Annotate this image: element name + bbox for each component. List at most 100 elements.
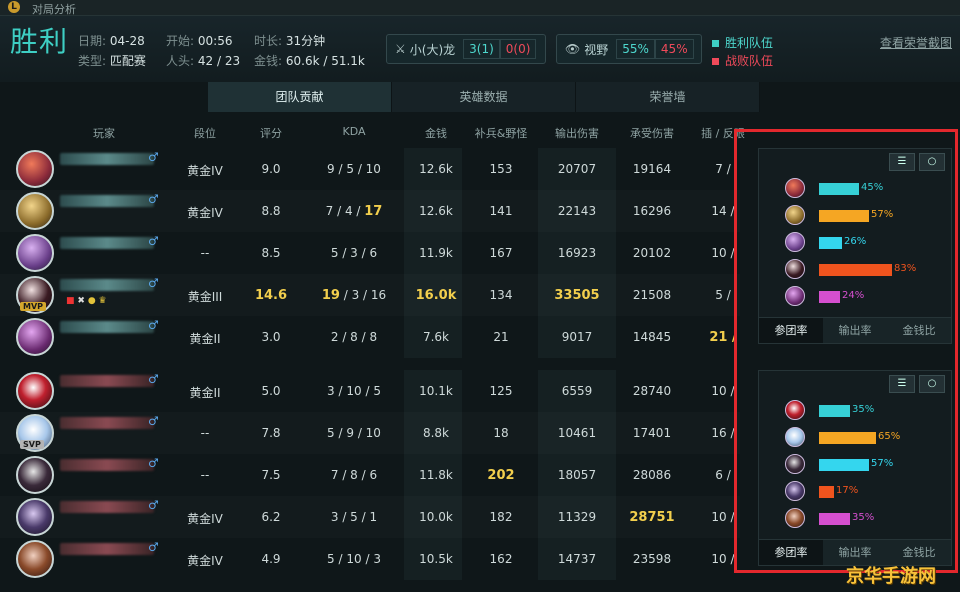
crossed-swords-icon: ⚔ xyxy=(395,42,406,56)
dragon-win-value: 3(1) xyxy=(463,39,500,59)
table-row[interactable]: ♂ 黄金II 3.0 2 / 8 / 8 7.6k 21 9017 14845 21 / xyxy=(0,316,740,358)
table-row[interactable]: ♂ 黄金IV 6.2 3 / 5 / 1 10.0k 182 11329 28751 10 / xyxy=(0,496,740,538)
type-info: 类型: 匹配赛 xyxy=(78,52,146,69)
table-row[interactable]: ♂ -- 8.5 5 / 3 / 6 11.9k 167 16923 20102 10 / xyxy=(0,232,740,274)
male-icon: ♂ xyxy=(148,498,159,512)
champion-avatar[interactable] xyxy=(16,372,54,410)
male-icon: ♂ xyxy=(148,540,159,554)
table-row[interactable]: ♂ 黄金IV 9.0 9 / 5 / 10 12.6k 153 20707 19164 7 / xyxy=(0,148,740,190)
date-value: 04-28 xyxy=(109,34,145,48)
dragon-label: 小(大)龙 xyxy=(409,42,456,57)
cell-taken: 16296 xyxy=(632,204,672,218)
kda-assists: 3 xyxy=(373,552,381,566)
vision-lose-value: 45% xyxy=(654,39,694,59)
dragon-lose-value: 0(0) xyxy=(499,39,537,59)
cell-cs: 134 xyxy=(489,288,513,302)
legend-lose-label: 战败队伍 xyxy=(725,54,774,68)
kda-deaths: 4 xyxy=(344,204,353,218)
watermark: 京华手游网 xyxy=(846,566,936,587)
cell-dmg: 9017 xyxy=(561,330,593,344)
cell-dmg: 14737 xyxy=(557,552,597,566)
kda-assists: 10 xyxy=(365,162,381,176)
kda-deaths: 10 xyxy=(346,384,362,398)
kills-label: 人头: xyxy=(166,54,195,68)
player-name-blurred xyxy=(60,543,154,555)
champion-avatar[interactable] xyxy=(16,150,54,188)
kda-deaths: 9 xyxy=(346,426,354,440)
cell-cs: 125 xyxy=(489,384,513,398)
champion-avatar[interactable] xyxy=(16,456,54,494)
table-row[interactable]: ♂ 黄金IV 4.9 5 / 10 / 3 10.5k 162 14737 23598 10 / xyxy=(0,538,740,580)
cell-score: 3.0 xyxy=(261,330,281,344)
cell-kda: 9 / 5 / 10 xyxy=(327,162,381,176)
kda-assists: 8 xyxy=(369,330,378,344)
tab-team-contribution[interactable]: 团队贡献 xyxy=(208,82,392,112)
gold-info: 金钱: 60.6k / 51.1k xyxy=(254,52,365,69)
date-label: 日期: xyxy=(78,34,107,48)
cell-cs: 182 xyxy=(489,510,513,524)
start-value: 00:56 xyxy=(197,34,233,48)
kda-assists: 5 xyxy=(373,384,381,398)
vision-win-value: 55% xyxy=(616,39,655,59)
cell-cs: 167 xyxy=(489,246,513,260)
col-rank: 段位 xyxy=(194,127,216,140)
achievement-icons: ■ ✖ ● ♛ xyxy=(66,296,107,306)
kills-info: 人头: 42 / 23 xyxy=(166,52,240,69)
table-row[interactable]: ♂ MVP ■ ✖ ● ♛ 黄金III 14.6 19 / 3 / 16 16.0k 134 3… xyxy=(0,274,740,316)
player-name-blurred xyxy=(60,501,154,513)
cell-score: 7.5 xyxy=(261,468,281,482)
legend-win: 胜利队伍 xyxy=(712,34,773,51)
table-row[interactable]: ♂ 黄金II 5.0 3 / 10 / 5 10.1k 125 6559 28740 10 / xyxy=(0,370,740,412)
kda-kills: 3 xyxy=(330,510,339,524)
cell-rank: -- xyxy=(200,468,210,482)
cell-rank: 黄金IV xyxy=(187,164,223,178)
match-result: 胜利 xyxy=(10,25,69,58)
eye-icon: 👁 xyxy=(565,42,581,56)
tab-hero-data[interactable]: 英雄数据 xyxy=(392,82,576,112)
window-title: 对局分析 xyxy=(32,3,76,16)
cell-dmg: 6559 xyxy=(561,384,593,398)
gold-label: 金钱: xyxy=(254,54,283,68)
cell-score: 6.2 xyxy=(261,510,281,524)
cell-cs: 21 xyxy=(493,330,509,344)
kda-deaths: 8 xyxy=(350,330,358,344)
kda-kills: 9 xyxy=(327,162,335,176)
cell-gold: 7.6k xyxy=(422,330,450,344)
player-name-blurred xyxy=(60,321,154,333)
legend-win-label: 胜利队伍 xyxy=(725,36,774,50)
view-screenshot-link[interactable]: 查看荣誉截图 xyxy=(880,34,952,51)
champion-avatar[interactable] xyxy=(16,540,54,578)
tab-honor-wall[interactable]: 荣誉墙 xyxy=(576,82,760,112)
champion-avatar[interactable] xyxy=(16,498,54,536)
cell-dmg: 20707 xyxy=(557,162,597,176)
cell-cs: 202 xyxy=(487,468,515,483)
col-gold: 金钱 xyxy=(425,127,447,140)
duration-label: 时长: xyxy=(254,34,283,48)
title-bar: L 对局分析 xyxy=(0,0,960,16)
cell-taken: 28740 xyxy=(632,384,672,398)
male-icon: ♂ xyxy=(148,192,159,206)
cell-score: 8.8 xyxy=(261,204,281,218)
cell-score: 8.5 xyxy=(261,246,281,260)
cell-kda: 2 / 8 / 8 xyxy=(330,330,378,344)
app-logo-icon: L xyxy=(8,1,20,13)
cell-kda: 3 / 5 / 1 xyxy=(330,510,378,524)
table-row[interactable]: ♂ -- 7.5 7 / 8 / 6 11.8k 202 18057 28086 6 / xyxy=(0,454,740,496)
cell-taken: 28751 xyxy=(629,510,675,525)
cell-rank: -- xyxy=(200,426,210,440)
table-row[interactable]: ♂ 黄金IV 8.8 7 / 4 / 17 12.6k 141 22143 16296 14 / xyxy=(0,190,740,232)
date-info: 日期: 04-28 xyxy=(78,32,145,49)
win-team-table: ♂ 黄金IV 9.0 9 / 5 / 10 12.6k 153 20707 19164 7 /♂… xyxy=(0,148,740,358)
cell-gold: 10.1k xyxy=(419,384,453,398)
kda-kills: 5 xyxy=(327,552,335,566)
cell-dmg: 10461 xyxy=(557,426,597,440)
cell-rank: -- xyxy=(200,246,210,260)
cell-taken: 19164 xyxy=(632,162,672,176)
table-row[interactable]: ♂ SVP -- 7.8 5 / 9 / 10 8.8k 18 10461 17401 16 / xyxy=(0,412,740,454)
champion-avatar[interactable] xyxy=(16,318,54,356)
champion-avatar[interactable] xyxy=(16,234,54,272)
champion-avatar[interactable] xyxy=(16,192,54,230)
cell-rank: 黄金II xyxy=(189,386,221,400)
kda-kills: 7 xyxy=(330,468,339,482)
kda-deaths: 8 xyxy=(350,468,358,482)
